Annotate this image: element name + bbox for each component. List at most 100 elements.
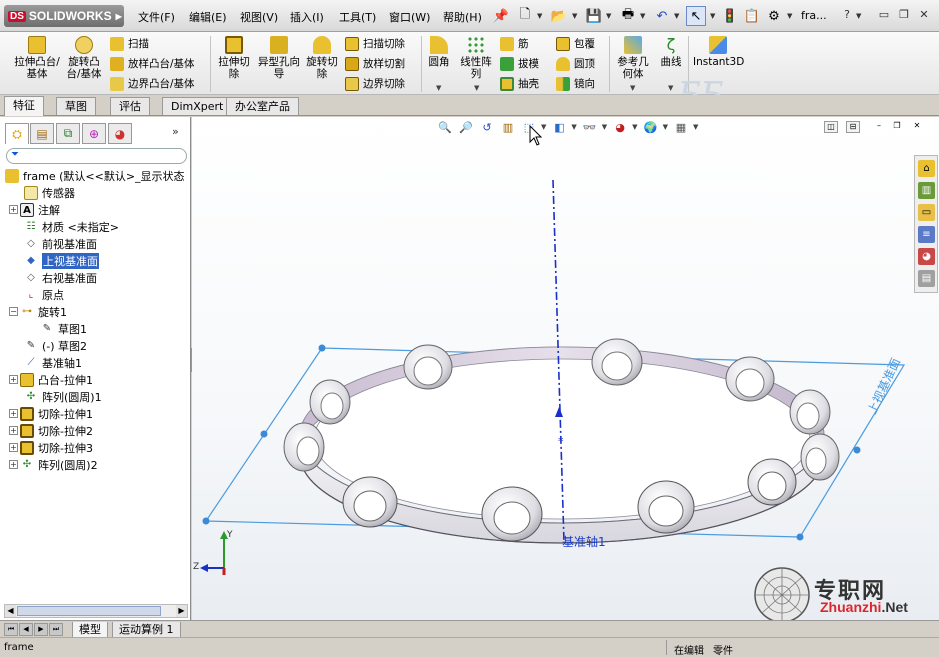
tab-dimxpert[interactable]: DimXpert <box>162 97 233 115</box>
rib-button[interactable]: 筋 <box>500 36 529 51</box>
restore-icon[interactable]: ❐ <box>896 7 912 23</box>
pin-icon[interactable]: 📌 <box>491 6 511 26</box>
file-properties-icon[interactable]: 📋 <box>742 6 762 26</box>
chevron-down-icon[interactable]: ▼ <box>537 12 542 20</box>
boundary-boss-button[interactable]: 边界凸台/基体 <box>110 76 195 91</box>
chevron-down-icon[interactable]: ▼ <box>572 12 577 20</box>
menu-tools[interactable]: 工具(T) <box>339 9 376 25</box>
tree-filter-input[interactable]: ⏷ <box>6 148 187 164</box>
fillet-button[interactable]: 圆角 <box>425 36 453 68</box>
tree-item-annotations[interactable]: + A 注解 <box>9 201 60 218</box>
tree-item-right-plane[interactable]: ◇ 右视基准面 <box>24 269 97 286</box>
chevron-down-icon[interactable]: ▼ <box>674 12 679 20</box>
solidworks-logo[interactable]: DS SOLIDWORKS ▶ <box>4 5 124 27</box>
tree-item-sketch1[interactable]: ✎ 草图1 <box>40 320 87 337</box>
revolve-boss-button[interactable]: 旋转凸台/基体 <box>62 36 106 80</box>
solidworks-resources-icon[interactable]: ⌂ <box>918 160 935 177</box>
open-folder-icon[interactable]: 📂 <box>549 6 569 26</box>
linear-pattern-button[interactable]: 线性阵列 <box>456 36 496 80</box>
tree-item-circular-pattern2[interactable]: + ✣ 阵列(圆周)2 <box>9 456 98 473</box>
tree-item-cut-extrude1[interactable]: + 切除-拉伸1 <box>9 405 93 422</box>
menu-insert[interactable]: 插入(I) <box>290 9 324 25</box>
graphics-viewport[interactable]: 🔍 🔎 ↺ ▥ ⬚ ▼ ◧ ▼ 👓 ▼ ◕ ▼ 🌍 ▼ ▦ ▼ ◫ ⊟ – ❐ … <box>192 117 939 623</box>
rebuild-traffic-light-icon[interactable]: 🚦 <box>720 6 740 26</box>
tree-root[interactable]: frame (默认<<默认>_显示状态 <box>5 167 185 184</box>
loft-cut-button[interactable]: 放样切割 <box>345 56 405 71</box>
wrap-button[interactable]: 包覆 <box>556 36 595 51</box>
menu-window[interactable]: 窗口(W) <box>389 9 430 25</box>
next-tab-icon[interactable]: ▶ <box>34 623 48 636</box>
display-manager-tab-icon[interactable]: ◕ <box>108 123 132 144</box>
first-tab-icon[interactable]: ⏮ <box>4 623 18 636</box>
menu-file[interactable]: 文件(F) <box>138 9 175 25</box>
tree-item-cut-extrude2[interactable]: + 切除-拉伸2 <box>9 422 93 439</box>
tab-motion-study[interactable]: 运动算例 1 <box>112 622 181 638</box>
chevron-down-icon[interactable]: ▼ <box>640 12 645 20</box>
feature-manager-tab-icon[interactable]: ⛭ <box>5 123 29 144</box>
expand-icon[interactable]: + <box>9 460 18 469</box>
panel-horizontal-scrollbar[interactable]: ◀ ▶ <box>4 604 188 618</box>
instant3d-button[interactable]: Instant3D <box>693 36 744 68</box>
prev-tab-icon[interactable]: ◀ <box>19 623 33 636</box>
chevron-down-icon[interactable]: ▼ <box>856 12 861 20</box>
appearances-icon[interactable]: ◕ <box>918 248 935 265</box>
tree-item-top-plane[interactable]: ◆ 上视基准面 <box>24 252 99 269</box>
tree-item-sensors[interactable]: 传感器 <box>24 184 75 201</box>
scrollbar-thumb[interactable] <box>17 606 161 616</box>
tree-item-axis1[interactable]: ⟋ 基准轴1 <box>24 354 83 371</box>
mirror-button[interactable]: 镜向 <box>556 76 595 91</box>
expand-icon[interactable]: + <box>9 409 18 418</box>
tree-item-circular-pattern1[interactable]: ✣ 阵列(圆周)1 <box>24 388 102 405</box>
tree-item-sketch2[interactable]: ✎ (-) 草图2 <box>24 337 87 354</box>
custom-properties-icon[interactable]: ▤ <box>918 270 935 287</box>
loft-boss-button[interactable]: 放样凸台/基体 <box>110 56 195 71</box>
close-icon[interactable]: ✕ <box>916 7 932 23</box>
minimize-icon[interactable]: ▭ <box>876 7 892 23</box>
hole-wizard-button[interactable]: 异型孔向导 <box>258 36 300 80</box>
tab-sketch[interactable]: 草图 <box>56 97 96 115</box>
options-gear-icon[interactable]: ⚙ <box>764 6 784 26</box>
menu-help[interactable]: 帮助(H) <box>443 9 482 25</box>
menu-edit[interactable]: 编辑(E) <box>189 9 227 25</box>
tab-office-products[interactable]: 办公室产品 <box>226 97 299 115</box>
draft-button[interactable]: 拔模 <box>500 56 539 71</box>
tree-item-cut-extrude3[interactable]: + 切除-拉伸3 <box>9 439 93 456</box>
datum-axis-label[interactable]: 基准轴1 <box>562 533 606 550</box>
last-tab-icon[interactable]: ⏭ <box>49 623 63 636</box>
sweep-button[interactable]: 扫描 <box>110 36 149 51</box>
expand-icon[interactable]: + <box>9 375 18 384</box>
configuration-manager-tab-icon[interactable]: ⧉ <box>56 123 80 144</box>
tab-features[interactable]: 特征 <box>4 96 44 116</box>
scroll-right-icon[interactable]: ▶ <box>176 605 187 617</box>
tree-item-revolve1[interactable]: − ⊶ 旋转1 <box>9 303 67 320</box>
reference-geometry-button[interactable]: 参考几何体 <box>613 36 653 80</box>
help-icon[interactable]: ? <box>839 7 855 23</box>
design-library-icon[interactable]: ▥ <box>918 182 935 199</box>
save-icon[interactable]: 💾 <box>584 6 604 26</box>
tree-item-origin[interactable]: ⌞ 原点 <box>24 286 64 303</box>
undo-icon[interactable]: ↶ <box>652 6 672 26</box>
tab-model[interactable]: 模型 <box>72 622 108 638</box>
view-palette-icon[interactable]: ≡ <box>918 226 935 243</box>
scroll-left-icon[interactable]: ◀ <box>5 605 16 617</box>
dome-button[interactable]: 圆顶 <box>556 56 595 71</box>
revolve-cut-button[interactable]: 旋转切除 <box>302 36 342 80</box>
dimxpert-manager-tab-icon[interactable]: ⊕ <box>82 123 106 144</box>
expand-icon[interactable]: + <box>9 426 18 435</box>
chevron-down-icon[interactable]: ▼ <box>787 12 792 20</box>
chevron-down-icon[interactable]: ▼ <box>606 12 611 20</box>
new-document-icon[interactable]: 🗋 <box>515 6 535 26</box>
chevron-down-icon[interactable]: ▼ <box>474 84 479 92</box>
chevron-down-icon[interactable]: ▼ <box>710 12 715 20</box>
expand-icon[interactable]: + <box>9 443 18 452</box>
tree-item-boss-extrude1[interactable]: + 凸台-拉伸1 <box>9 371 93 388</box>
tree-item-front-plane[interactable]: ◇ 前视基准面 <box>24 235 97 252</box>
tree-item-material[interactable]: ☷ 材质 <未指定> <box>24 218 119 235</box>
chevron-down-icon[interactable]: ▼ <box>668 84 673 92</box>
chevron-down-icon[interactable]: ▼ <box>630 84 635 92</box>
property-manager-tab-icon[interactable]: ▤ <box>30 123 54 144</box>
expand-icon[interactable]: + <box>9 205 18 214</box>
extrude-boss-button[interactable]: 拉伸凸台/基体 <box>14 36 60 80</box>
chevron-down-icon[interactable]: ▼ <box>436 84 441 92</box>
curves-button[interactable]: ζ 曲线 <box>657 36 685 69</box>
